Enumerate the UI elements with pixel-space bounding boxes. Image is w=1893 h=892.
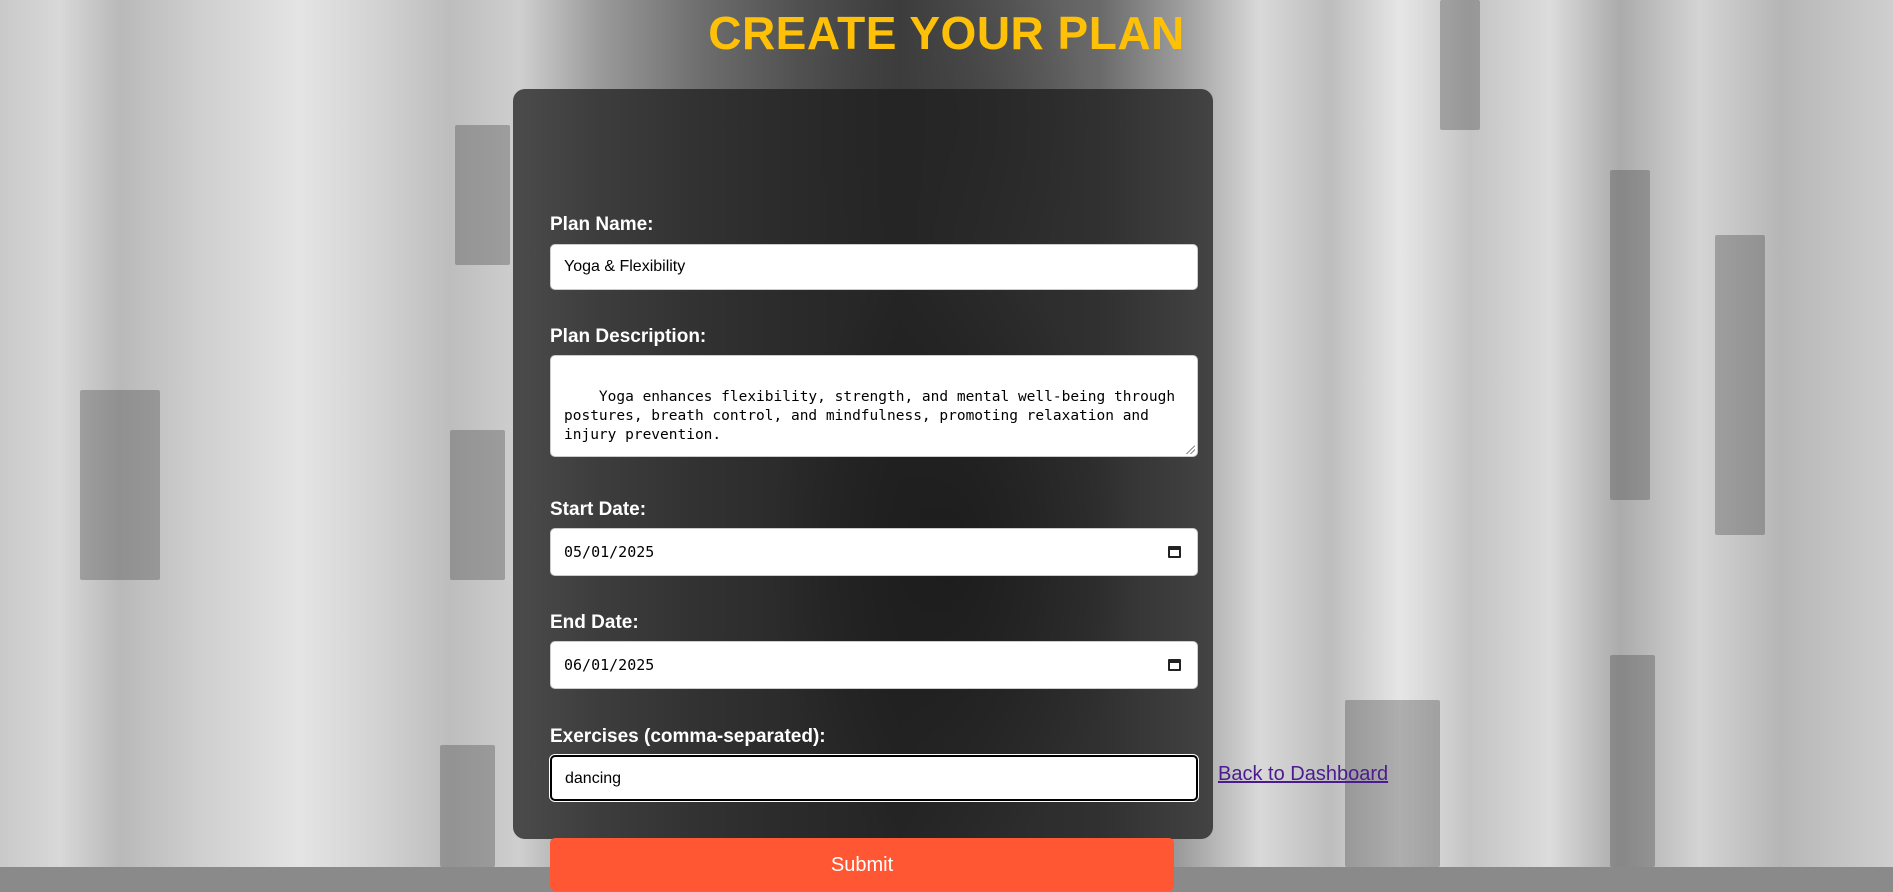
start-date-value: 05/01/2025 [564, 543, 655, 561]
start-date-input[interactable]: 05/01/2025 [550, 528, 1198, 576]
plan-description-textarea[interactable]: Yoga enhances flexibility, strength, and… [550, 355, 1198, 457]
calendar-icon[interactable] [1168, 659, 1181, 671]
resize-grip-icon[interactable] [1185, 444, 1195, 454]
start-date-label: Start Date: [550, 499, 647, 520]
exercises-input[interactable]: dancing [550, 755, 1198, 801]
end-date-value: 06/01/2025 [564, 656, 655, 674]
end-date-label: End Date: [550, 612, 639, 633]
plan-description-label: Plan Description: [550, 326, 707, 347]
plan-name-label: Plan Name: [550, 214, 654, 235]
plan-name-input[interactable]: Yoga & Flexibility [550, 244, 1198, 290]
submit-button[interactable]: Submit [550, 838, 1174, 891]
end-date-input[interactable]: 06/01/2025 [550, 641, 1198, 689]
page-title: CREATE YOUR PLAN [708, 7, 1185, 59]
plan-description-text: Yoga enhances flexibility, strength, and… [564, 389, 1176, 443]
calendar-icon[interactable] [1168, 546, 1181, 558]
back-to-dashboard-link[interactable]: Back to Dashboard [1218, 763, 1388, 786]
create-plan-form: Plan Name: Yoga & Flexibility Plan Descr… [513, 89, 1213, 891]
exercises-label: Exercises (comma-separated): [550, 726, 826, 747]
